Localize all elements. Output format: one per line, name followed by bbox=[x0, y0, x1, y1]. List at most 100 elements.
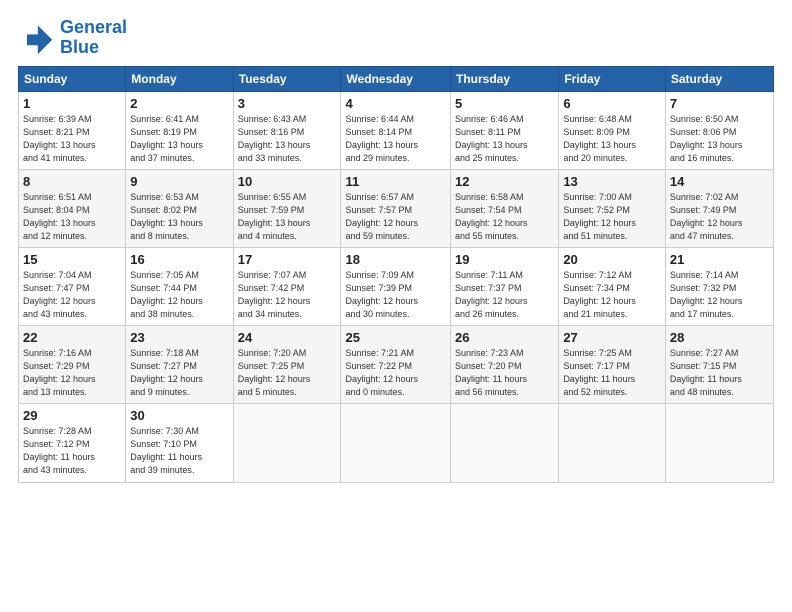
week-row-4: 22 Sunrise: 7:16 AMSunset: 7:29 PMDayligh… bbox=[19, 326, 774, 404]
calendar-cell: 12 Sunrise: 6:58 AMSunset: 7:54 PMDayligh… bbox=[451, 169, 559, 247]
day-number: 21 bbox=[670, 252, 769, 267]
day-number: 16 bbox=[130, 252, 228, 267]
calendar-cell: 24Sunrise: 7:20 AMSunset: 7:25 PMDayligh… bbox=[233, 326, 341, 404]
day-info: Sunrise: 6:41 AMSunset: 8:19 PMDaylight:… bbox=[130, 113, 228, 165]
day-number: 3 bbox=[238, 96, 337, 111]
calendar-cell: 22 Sunrise: 7:16 AMSunset: 7:29 PMDayligh… bbox=[19, 326, 126, 404]
day-number: 25 bbox=[345, 330, 446, 345]
day-number: 17 bbox=[238, 252, 337, 267]
day-info: Sunrise: 7:25 AMSunset: 7:17 PMDaylight:… bbox=[563, 347, 661, 399]
day-number: 7 bbox=[670, 96, 769, 111]
week-row-2: 8 Sunrise: 6:51 AMSunset: 8:04 PMDaylight… bbox=[19, 169, 774, 247]
day-number: 27 bbox=[563, 330, 661, 345]
day-number: 11 bbox=[345, 174, 446, 189]
day-info: Sunrise: 6:53 AMSunset: 8:02 PMDaylight:… bbox=[130, 191, 228, 243]
week-row-1: 1Sunrise: 6:39 AMSunset: 8:21 PMDaylight… bbox=[19, 91, 774, 169]
day-number: 2 bbox=[130, 96, 228, 111]
calendar-cell: 16 Sunrise: 7:05 AMSunset: 7:44 PMDayligh… bbox=[126, 247, 233, 325]
day-info: Sunrise: 7:12 AMSunset: 7:34 PMDaylight:… bbox=[563, 269, 661, 321]
general-blue-icon bbox=[18, 20, 54, 56]
day-number: 13 bbox=[563, 174, 661, 189]
logo: General Blue bbox=[18, 18, 127, 58]
calendar-cell: 7 Sunrise: 6:50 AMSunset: 8:06 PMDaylight… bbox=[665, 91, 773, 169]
day-info: Sunrise: 6:58 AMSunset: 7:54 PMDaylight:… bbox=[455, 191, 554, 243]
calendar-cell: 4 Sunrise: 6:44 AMSunset: 8:14 PMDaylight… bbox=[341, 91, 451, 169]
day-info: Sunrise: 6:50 AMSunset: 8:06 PMDaylight:… bbox=[670, 113, 769, 165]
calendar-cell: 28 Sunrise: 7:27 AMSunset: 7:15 PMDayligh… bbox=[665, 326, 773, 404]
weekday-header-friday: Friday bbox=[559, 66, 666, 91]
day-info: Sunrise: 7:30 AMSunset: 7:10 PMDaylight:… bbox=[130, 425, 228, 477]
calendar-cell: 13 Sunrise: 7:00 AMSunset: 7:52 PMDayligh… bbox=[559, 169, 666, 247]
day-info: Sunrise: 7:16 AMSunset: 7:29 PMDaylight:… bbox=[23, 347, 121, 399]
day-info: Sunrise: 6:55 AMSunset: 7:59 PMDaylight:… bbox=[238, 191, 337, 243]
weekday-header-monday: Monday bbox=[126, 66, 233, 91]
day-number: 14 bbox=[670, 174, 769, 189]
calendar-cell: 8 Sunrise: 6:51 AMSunset: 8:04 PMDaylight… bbox=[19, 169, 126, 247]
weekday-header-saturday: Saturday bbox=[665, 66, 773, 91]
day-info: Sunrise: 6:44 AMSunset: 8:14 PMDaylight:… bbox=[345, 113, 446, 165]
day-info: Sunrise: 7:02 AMSunset: 7:49 PMDaylight:… bbox=[670, 191, 769, 243]
weekday-header-thursday: Thursday bbox=[451, 66, 559, 91]
calendar-cell: 19 Sunrise: 7:11 AMSunset: 7:37 PMDayligh… bbox=[451, 247, 559, 325]
day-number: 28 bbox=[670, 330, 769, 345]
day-number: 4 bbox=[345, 96, 446, 111]
calendar-cell bbox=[665, 404, 773, 482]
calendar-cell: 2 Sunrise: 6:41 AMSunset: 8:19 PMDaylight… bbox=[126, 91, 233, 169]
day-number: 8 bbox=[23, 174, 121, 189]
calendar-cell bbox=[341, 404, 451, 482]
calendar-cell: 1Sunrise: 6:39 AMSunset: 8:21 PMDaylight… bbox=[19, 91, 126, 169]
day-number: 26 bbox=[455, 330, 554, 345]
day-info: Sunrise: 7:18 AMSunset: 7:27 PMDaylight:… bbox=[130, 347, 228, 399]
calendar-cell bbox=[559, 404, 666, 482]
day-number: 23 bbox=[130, 330, 228, 345]
day-number: 15 bbox=[23, 252, 121, 267]
day-info: Sunrise: 6:39 AMSunset: 8:21 PMDaylight:… bbox=[23, 113, 121, 165]
calendar-cell: 30Sunrise: 7:30 AMSunset: 7:10 PMDayligh… bbox=[126, 404, 233, 482]
day-info: Sunrise: 6:51 AMSunset: 8:04 PMDaylight:… bbox=[23, 191, 121, 243]
weekday-header-wednesday: Wednesday bbox=[341, 66, 451, 91]
day-info: Sunrise: 7:05 AMSunset: 7:44 PMDaylight:… bbox=[130, 269, 228, 321]
calendar-cell bbox=[451, 404, 559, 482]
calendar-cell: 20 Sunrise: 7:12 AMSunset: 7:34 PMDayligh… bbox=[559, 247, 666, 325]
day-info: Sunrise: 7:21 AMSunset: 7:22 PMDaylight:… bbox=[345, 347, 446, 399]
day-info: Sunrise: 7:11 AMSunset: 7:37 PMDaylight:… bbox=[455, 269, 554, 321]
day-number: 9 bbox=[130, 174, 228, 189]
day-info: Sunrise: 6:48 AMSunset: 8:09 PMDaylight:… bbox=[563, 113, 661, 165]
day-number: 12 bbox=[455, 174, 554, 189]
calendar-cell: 5Sunrise: 6:46 AMSunset: 8:11 PMDaylight… bbox=[451, 91, 559, 169]
calendar-cell: 14 Sunrise: 7:02 AMSunset: 7:49 PMDayligh… bbox=[665, 169, 773, 247]
weekday-header-tuesday: Tuesday bbox=[233, 66, 341, 91]
day-info: Sunrise: 7:27 AMSunset: 7:15 PMDaylight:… bbox=[670, 347, 769, 399]
weekday-header-sunday: Sunday bbox=[19, 66, 126, 91]
day-info: Sunrise: 7:00 AMSunset: 7:52 PMDaylight:… bbox=[563, 191, 661, 243]
day-info: Sunrise: 7:09 AMSunset: 7:39 PMDaylight:… bbox=[345, 269, 446, 321]
day-number: 22 bbox=[23, 330, 121, 345]
day-info: Sunrise: 7:14 AMSunset: 7:32 PMDaylight:… bbox=[670, 269, 769, 321]
calendar-cell: 6 Sunrise: 6:48 AMSunset: 8:09 PMDaylight… bbox=[559, 91, 666, 169]
day-info: Sunrise: 6:57 AMSunset: 7:57 PMDaylight:… bbox=[345, 191, 446, 243]
week-row-3: 15Sunrise: 7:04 AMSunset: 7:47 PMDayligh… bbox=[19, 247, 774, 325]
calendar-cell: 26 Sunrise: 7:23 AMSunset: 7:20 PMDayligh… bbox=[451, 326, 559, 404]
calendar-cell bbox=[233, 404, 341, 482]
calendar-cell: 29Sunrise: 7:28 AMSunset: 7:12 PMDayligh… bbox=[19, 404, 126, 482]
header: General Blue bbox=[18, 18, 774, 58]
page: General Blue SundayMondayTuesdayWednesda… bbox=[0, 0, 792, 612]
day-info: Sunrise: 7:07 AMSunset: 7:42 PMDaylight:… bbox=[238, 269, 337, 321]
calendar-cell: 25 Sunrise: 7:21 AMSunset: 7:22 PMDayligh… bbox=[341, 326, 451, 404]
day-info: Sunrise: 7:20 AMSunset: 7:25 PMDaylight:… bbox=[238, 347, 337, 399]
day-number: 10 bbox=[238, 174, 337, 189]
day-number: 19 bbox=[455, 252, 554, 267]
day-number: 20 bbox=[563, 252, 661, 267]
week-row-5: 29Sunrise: 7:28 AMSunset: 7:12 PMDayligh… bbox=[19, 404, 774, 482]
calendar-cell: 17 Sunrise: 7:07 AMSunset: 7:42 PMDayligh… bbox=[233, 247, 341, 325]
calendar-cell: 10 Sunrise: 6:55 AMSunset: 7:59 PMDayligh… bbox=[233, 169, 341, 247]
calendar-cell: 3Sunrise: 6:43 AMSunset: 8:16 PMDaylight… bbox=[233, 91, 341, 169]
calendar-cell: 9 Sunrise: 6:53 AMSunset: 8:02 PMDaylight… bbox=[126, 169, 233, 247]
day-info: Sunrise: 7:28 AMSunset: 7:12 PMDaylight:… bbox=[23, 425, 121, 477]
logo-text: General Blue bbox=[60, 18, 127, 58]
day-number: 6 bbox=[563, 96, 661, 111]
day-info: Sunrise: 7:23 AMSunset: 7:20 PMDaylight:… bbox=[455, 347, 554, 399]
calendar-cell: 15Sunrise: 7:04 AMSunset: 7:47 PMDayligh… bbox=[19, 247, 126, 325]
day-number: 18 bbox=[345, 252, 446, 267]
calendar-cell: 23 Sunrise: 7:18 AMSunset: 7:27 PMDayligh… bbox=[126, 326, 233, 404]
